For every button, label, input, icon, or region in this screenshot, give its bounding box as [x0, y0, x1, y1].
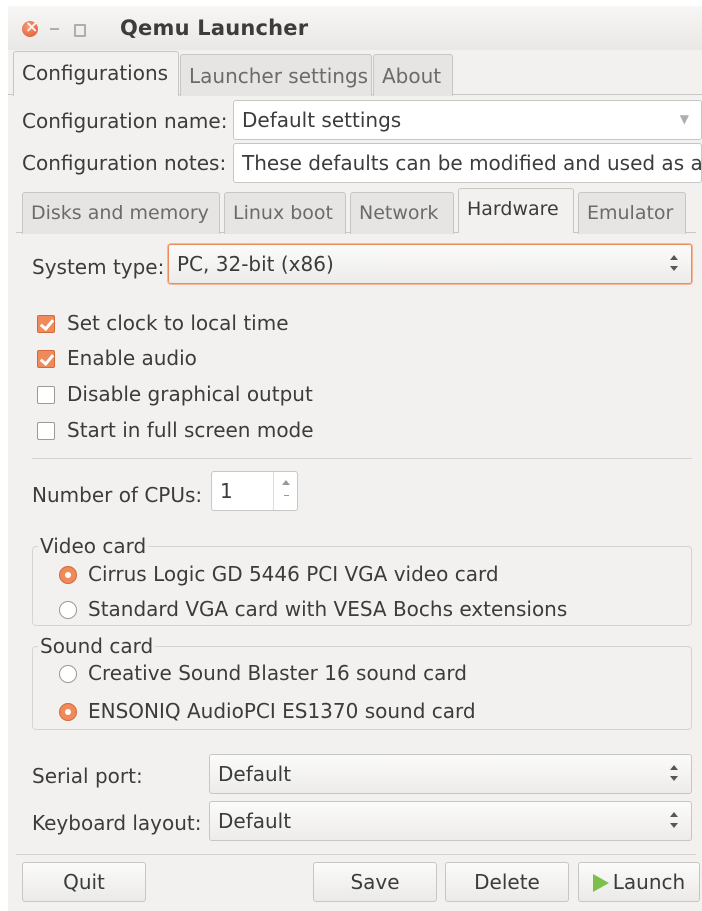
- keyboard-layout-value: Default: [218, 809, 292, 833]
- configuration-name-combo[interactable]: Default settings ▼: [233, 100, 702, 140]
- title-bar: Qemu Launcher: [8, 6, 702, 50]
- close-window-icon[interactable]: [22, 17, 38, 37]
- configuration-name-value: Default settings: [242, 108, 402, 132]
- keyboard-layout-label: Keyboard layout:: [32, 811, 202, 835]
- configuration-notes-value: These defaults can be modified and used …: [242, 151, 702, 175]
- enable-audio-checkbox[interactable]: [37, 350, 55, 368]
- set-clock-checkbox[interactable]: [37, 315, 55, 333]
- delete-button[interactable]: Delete: [445, 862, 569, 902]
- launch-button[interactable]: Launch: [578, 862, 700, 902]
- sound-blaster-label[interactable]: Creative Sound Blaster 16 sound card: [88, 661, 467, 685]
- select-arrows-icon: [669, 251, 679, 277]
- number-of-cpus-spinner[interactable]: 1: [211, 471, 298, 511]
- tab-emulator[interactable]: Emulator: [578, 192, 686, 234]
- cirrus-logic-radio[interactable]: [59, 566, 77, 584]
- select-arrows-icon: [669, 761, 679, 787]
- system-type-value: PC, 32-bit (x86): [177, 252, 334, 276]
- ensoniq-radio[interactable]: [59, 703, 77, 721]
- minimize-window-icon[interactable]: [46, 21, 62, 37]
- full-screen-label[interactable]: Start in full screen mode: [67, 418, 314, 442]
- sound-blaster-radio[interactable]: [59, 665, 77, 683]
- serial-port-label: Serial port:: [32, 764, 143, 788]
- panel-bottom-separator: [16, 854, 696, 855]
- disable-graphical-output-checkbox[interactable]: [37, 386, 55, 404]
- spinner-arrows-icon[interactable]: [273, 472, 297, 510]
- serial-port-select[interactable]: Default: [209, 754, 692, 794]
- configuration-name-label: Configuration name:: [22, 109, 228, 133]
- chevron-down-icon[interactable]: ▼: [680, 112, 689, 126]
- system-type-select[interactable]: PC, 32-bit (x86): [168, 244, 692, 284]
- standard-vga-radio[interactable]: [59, 601, 77, 619]
- tab-about[interactable]: About: [373, 54, 453, 96]
- standard-vga-label[interactable]: Standard VGA card with VESA Bochs extens…: [88, 597, 567, 621]
- cirrus-logic-label[interactable]: Cirrus Logic GD 5446 PCI VGA video card: [88, 562, 499, 586]
- configuration-notes-field[interactable]: These defaults can be modified and used …: [233, 143, 702, 183]
- tab-configurations[interactable]: Configurations: [13, 51, 179, 96]
- number-of-cpus-value: 1: [220, 479, 233, 503]
- disable-graphical-output-label[interactable]: Disable graphical output: [67, 382, 313, 406]
- serial-port-value: Default: [218, 762, 292, 786]
- sound-card-title: Sound card: [38, 634, 156, 658]
- tab-linux-boot[interactable]: Linux boot: [224, 192, 346, 234]
- launch-label: Launch: [612, 870, 686, 894]
- qemu-launcher-window: Qemu Launcher Configurations Launcher se…: [8, 6, 702, 911]
- configuration-notes-label: Configuration notes:: [22, 151, 227, 175]
- separator: [32, 458, 692, 459]
- keyboard-layout-select[interactable]: Default: [209, 801, 692, 841]
- maximize-window-icon[interactable]: [70, 21, 86, 37]
- tab-hardware[interactable]: Hardware: [458, 188, 574, 233]
- play-icon: [592, 874, 609, 892]
- number-of-cpus-label: Number of CPUs:: [32, 483, 203, 507]
- video-card-title: Video card: [38, 534, 149, 558]
- system-type-label: System type:: [32, 255, 165, 279]
- save-button[interactable]: Save: [313, 862, 437, 902]
- quit-button[interactable]: Quit: [22, 862, 146, 902]
- select-arrows-icon: [669, 808, 679, 834]
- full-screen-checkbox[interactable]: [37, 422, 55, 440]
- window-title: Qemu Launcher: [120, 16, 309, 40]
- set-clock-label[interactable]: Set clock to local time: [67, 311, 289, 335]
- tab-disks-and-memory[interactable]: Disks and memory: [22, 192, 220, 234]
- tab-network[interactable]: Network: [350, 192, 454, 234]
- enable-audio-label[interactable]: Enable audio: [67, 346, 197, 370]
- ensoniq-label[interactable]: ENSONIQ AudioPCI ES1370 sound card: [88, 699, 476, 723]
- tab-launcher-settings[interactable]: Launcher settings: [180, 54, 372, 96]
